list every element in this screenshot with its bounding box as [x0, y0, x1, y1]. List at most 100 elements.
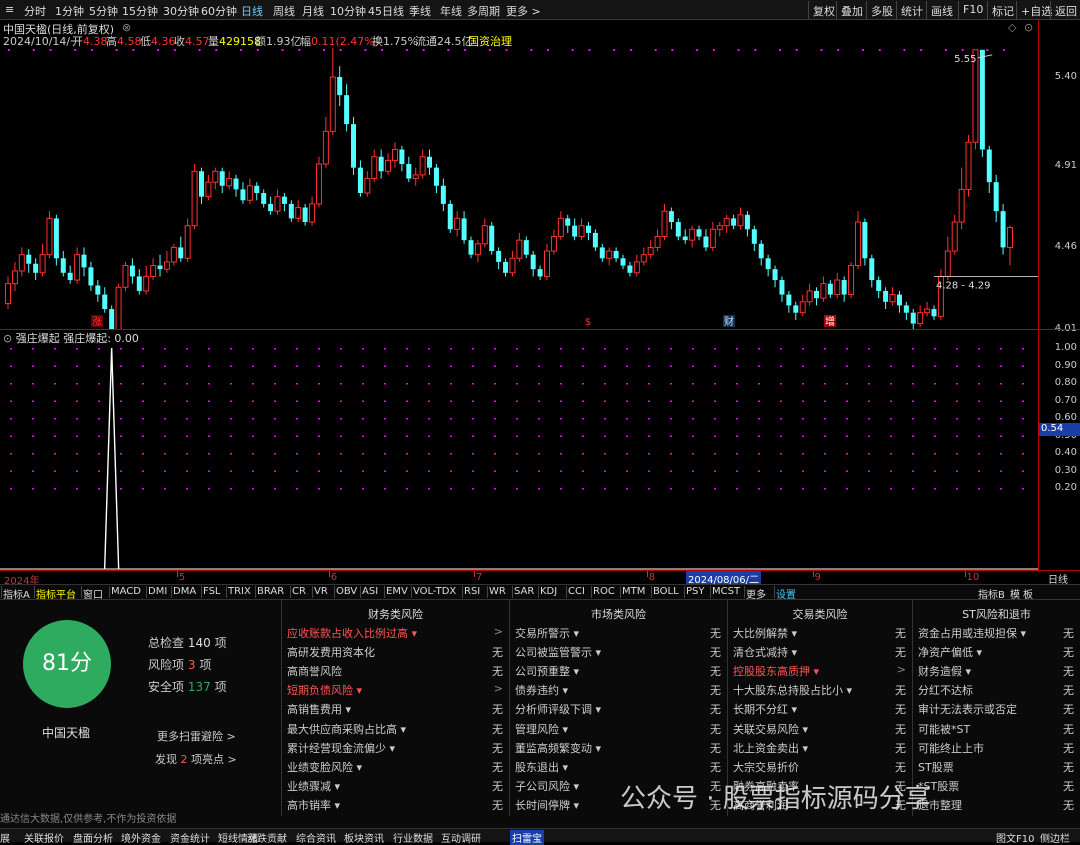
indicator-chart[interactable]	[0, 330, 1038, 570]
indicator-tab[interactable]: DMI	[148, 586, 167, 597]
risk-item[interactable]: 审计无法表示或否定无	[918, 701, 1074, 720]
risk-item[interactable]: 清仓式减持 ▾无	[733, 644, 906, 663]
settings-icon[interactable]: ⊙	[1024, 21, 1033, 34]
status-tab[interactable]: 板块资讯	[344, 830, 384, 845]
indicator-tab[interactable]: DMA	[173, 586, 196, 597]
period-tab[interactable]: 更多 >	[506, 3, 541, 19]
menu-icon[interactable]: ≡	[5, 3, 14, 16]
status-tab[interactable]: 关联报价	[24, 830, 64, 845]
risk-item[interactable]: 业绩变脸风险 ▾无	[287, 759, 503, 778]
risk-item[interactable]: 长期不分红 ▾无	[733, 701, 906, 720]
risk-item[interactable]: 十大股东总持股占比小 ▾无	[733, 682, 906, 701]
toolbar-button[interactable]: F10	[958, 1, 987, 19]
risk-item[interactable]: 公司被监管警示 ▾无	[515, 644, 721, 663]
toolbar-button[interactable]: 多股	[866, 1, 897, 19]
indicator-name[interactable]: 强庄爆起	[16, 332, 60, 345]
risk-item[interactable]: 短期负债风险 ▾>	[287, 682, 503, 701]
kline-chart[interactable]: 5.553.954.28 - 4.29涨$财增	[0, 48, 1038, 329]
risk-item[interactable]: ST股票无	[918, 759, 1074, 778]
risk-item[interactable]: 股东退出 ▾无	[515, 759, 721, 778]
event-marker[interactable]: 增	[825, 315, 835, 328]
risk-item[interactable]: 可能被*ST无	[918, 721, 1074, 740]
status-tab[interactable]: 资金统计	[170, 830, 210, 845]
status-right-button[interactable]: 图文F10	[996, 830, 1034, 845]
toolbar-button[interactable]: 标记	[987, 1, 1018, 19]
risk-item[interactable]: 高销售费用 ▾无	[287, 701, 503, 720]
event-marker[interactable]: $	[585, 317, 591, 328]
status-tab[interactable]: 盘面分析	[73, 830, 113, 845]
risk-item[interactable]: 管理风险 ▾无	[515, 721, 721, 740]
period-tab[interactable]: 30分钟	[163, 3, 199, 19]
risk-item[interactable]: 应收账款占收入比例过高 ▾>	[287, 625, 503, 644]
event-marker[interactable]: 涨	[92, 316, 102, 328]
status-tab[interactable]: 扫雷宝	[510, 830, 544, 845]
indicator-tab[interactable]: MACD	[111, 586, 141, 597]
risk-item[interactable]: 财务造假 ▾无	[918, 663, 1074, 682]
risk-item[interactable]: 业绩骤减 ▾无	[287, 778, 503, 797]
period-tab[interactable]: 多周期	[467, 3, 500, 19]
risk-item[interactable]: 最大供应商采购占比高 ▾无	[287, 721, 503, 740]
status-tab[interactable]: 涨跌贡献	[247, 830, 287, 845]
period-tab[interactable]: 45日线	[368, 3, 404, 19]
risk-item[interactable]: 高商誉风险无	[287, 663, 503, 682]
period-tab[interactable]: 季线	[409, 3, 431, 19]
risk-item[interactable]: 交易所警示 ▾无	[515, 625, 721, 644]
risk-item[interactable]: 高市销率 ▾无	[287, 797, 503, 816]
indicator-tab[interactable]: BOLL	[653, 586, 679, 597]
risk-item[interactable]: 大宗交易折价无	[733, 759, 906, 778]
toolbar-button[interactable]: 统计	[896, 1, 927, 19]
risk-item[interactable]: 分红不达标无	[918, 682, 1074, 701]
indicator-tab[interactable]: BRAR	[257, 586, 284, 597]
risk-item[interactable]: 可能终止上市无	[918, 740, 1074, 759]
period-tab[interactable]: 15分钟	[122, 3, 158, 19]
toolbar-button[interactable]: 叠加	[836, 1, 867, 19]
period-tab[interactable]: 10分钟	[330, 3, 366, 19]
period-tab[interactable]: 年线	[440, 3, 462, 19]
risk-item[interactable]: 董监高频繁变动 ▾无	[515, 740, 721, 759]
indicator-tab[interactable]: WR	[489, 586, 506, 597]
indicator-tab[interactable]: CCI	[568, 586, 585, 597]
event-marker[interactable]: 财	[724, 315, 734, 328]
toolbar-button[interactable]: 返回	[1050, 1, 1080, 19]
indicator-tab[interactable]: FSL	[203, 586, 221, 597]
period-tab[interactable]: 日线	[241, 3, 263, 19]
period-tab[interactable]: 分时	[24, 3, 46, 19]
risk-item[interactable]: *ST股票无	[918, 778, 1074, 797]
indicator-tab[interactable]: VOL-TDX	[413, 586, 456, 597]
indicator-tab[interactable]: VR	[314, 586, 328, 597]
status-tab[interactable]: 展	[0, 830, 10, 845]
status-tab[interactable]: 行业数据	[393, 830, 433, 845]
indicator-tab[interactable]: SAR	[514, 586, 534, 597]
indicator-tab[interactable]: RSI	[464, 586, 480, 597]
status-tab[interactable]: 境外资金	[121, 830, 161, 845]
toolbar-button[interactable]: 画线	[926, 1, 957, 19]
status-tab[interactable]: 互动调研	[441, 830, 481, 845]
risk-item[interactable]: 公司预重整 ▾无	[515, 663, 721, 682]
status-tab[interactable]: 综合资讯	[296, 830, 336, 845]
highlights-link[interactable]: 发现 2 项亮点 >	[155, 751, 237, 767]
indicator-tab[interactable]: EMV	[386, 586, 408, 597]
indicator-tab[interactable]: CR	[292, 586, 306, 597]
indicator-tab[interactable]: KDJ	[540, 586, 557, 597]
indicator-tab[interactable]: ROC	[593, 586, 615, 597]
more-scan-link[interactable]: 更多扫雷避险 >	[157, 728, 236, 744]
period-tab[interactable]: 月线	[302, 3, 324, 19]
concept-tag[interactable]: 国资治理	[468, 33, 512, 49]
diamond-icon[interactable]: ◇	[1008, 21, 1016, 34]
indicator-tab[interactable]: OBV	[336, 586, 357, 597]
indicator-tab[interactable]: ASI	[362, 586, 378, 597]
period-tab[interactable]: 60分钟	[201, 3, 237, 19]
indicator-tab[interactable]: TRIX	[228, 586, 251, 597]
period-tab[interactable]: 5分钟	[89, 3, 118, 19]
collapse-icon[interactable]: ⊙	[3, 332, 12, 345]
risk-item[interactable]: 净资产偏低 ▾无	[918, 644, 1074, 663]
period-tab[interactable]: 周线	[273, 3, 295, 19]
risk-item[interactable]: 高研发费用资本化无	[287, 644, 503, 663]
period-tab[interactable]: 1分钟	[55, 3, 84, 19]
risk-item[interactable]: 控股股东高质押 ▾>	[733, 663, 906, 682]
indicator-tab[interactable]: MCST	[712, 586, 740, 597]
indicator-tab[interactable]: MTM	[622, 586, 645, 597]
status-right-button[interactable]: 侧边栏	[1040, 830, 1070, 845]
risk-item[interactable]: 债券违约 ▾无	[515, 682, 721, 701]
risk-item[interactable]: 北上资金卖出 ▾无	[733, 740, 906, 759]
